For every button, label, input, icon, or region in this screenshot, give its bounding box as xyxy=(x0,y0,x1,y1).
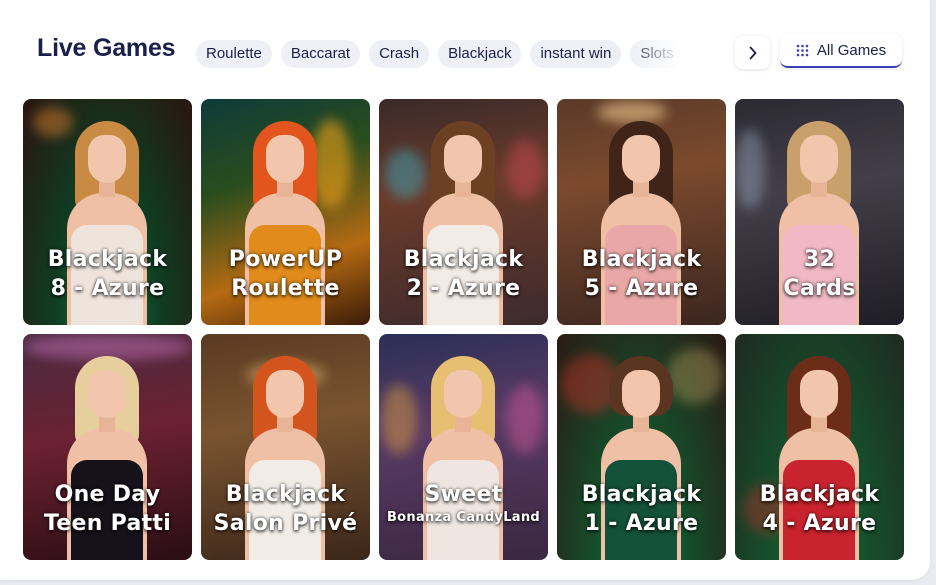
game-title: Blackjack 2 - Azure xyxy=(403,247,524,301)
grid-dots-icon xyxy=(796,44,809,56)
category-chips: Roulette Baccarat Crash Blackjack instan… xyxy=(196,40,690,68)
all-games-button[interactable]: All Games xyxy=(780,34,902,68)
section-header: Live Games Roulette Baccarat Crash Black… xyxy=(0,30,930,76)
game-card-blackjack-2-azure[interactable]: Blackjack 2 - Azure xyxy=(379,99,548,325)
game-card-blackjack-1-azure[interactable]: Blackjack 1 - Azure xyxy=(557,334,726,560)
chip-roulette[interactable]: Roulette xyxy=(196,40,272,68)
game-title: 32 Cards xyxy=(783,247,856,301)
game-title: Blackjack 5 - Azure xyxy=(581,247,702,301)
game-card-blackjack-8-azure[interactable]: Blackjack 8 - Azure xyxy=(23,99,192,325)
game-card-blackjack-5-azure[interactable]: Blackjack 5 - Azure xyxy=(557,99,726,325)
game-title: Blackjack 8 - Azure xyxy=(47,247,168,301)
game-card-blackjack-4-azure[interactable]: Blackjack 4 - Azure xyxy=(735,334,904,560)
game-card-powerup-roulette[interactable]: PowerUP Roulette xyxy=(201,99,370,325)
chip-baccarat[interactable]: Baccarat xyxy=(280,40,361,68)
game-title: Blackjack Salon Privé xyxy=(213,482,358,536)
game-card-one-day-teen-patti[interactable]: One Day Teen Patti xyxy=(23,334,192,560)
game-title: Blackjack 1 - Azure xyxy=(581,482,702,536)
scroll-right-button[interactable] xyxy=(735,36,770,69)
game-card-blackjack-salon-prive[interactable]: Blackjack Salon Privé xyxy=(201,334,370,560)
game-title: PowerUP Roulette xyxy=(228,247,343,301)
chip-blackjack[interactable]: Blackjack xyxy=(438,40,522,68)
game-card-32-cards[interactable]: 32 Cards xyxy=(735,99,904,325)
games-grid: Blackjack 8 - Azure PowerUP Roulette Bla… xyxy=(23,99,907,560)
dealer-figure xyxy=(413,356,513,560)
live-games-panel: Live Games Roulette Baccarat Crash Black… xyxy=(0,0,930,580)
chip-slots[interactable]: Slots xyxy=(630,40,684,68)
chip-instant-win[interactable]: instant win xyxy=(530,40,622,68)
game-title: Blackjack 4 - Azure xyxy=(759,482,880,536)
all-games-label: All Games xyxy=(816,41,887,59)
game-title: Sweet Bonanza CandyLand xyxy=(386,482,541,525)
game-card-sweet-bonanza-candyland[interactable]: Sweet Bonanza CandyLand xyxy=(379,334,548,560)
chevron-right-icon xyxy=(749,46,756,59)
game-title: One Day Teen Patti xyxy=(43,482,172,536)
chip-crash[interactable]: Crash xyxy=(369,40,430,68)
section-title: Live Games xyxy=(37,34,176,62)
